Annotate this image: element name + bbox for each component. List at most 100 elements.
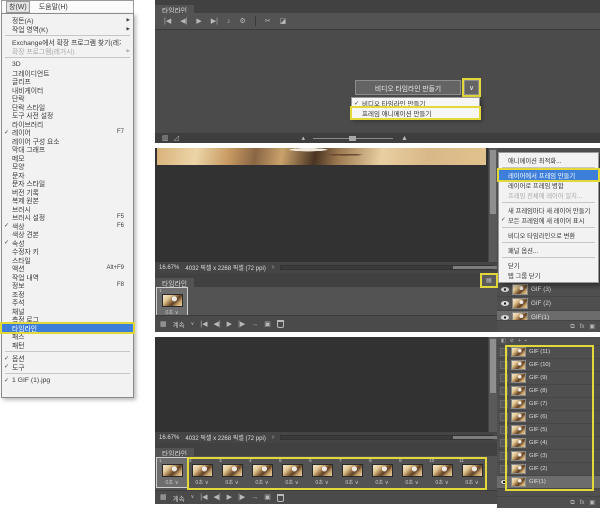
- layer-row[interactable]: GIF (6): [497, 411, 600, 424]
- visibility-toggle[interactable]: [500, 413, 508, 421]
- zoom-slider-thumb[interactable]: [349, 135, 357, 141]
- context-menu-item[interactable]: 애니메이션 최적화...: [499, 155, 598, 165]
- layer-thumbnail[interactable]: [511, 438, 526, 448]
- visibility-toggle[interactable]: [500, 387, 508, 395]
- convert-to-video-icon[interactable]: ▦: [160, 321, 167, 328]
- context-menu-item[interactable]: 패널 옵션...: [499, 245, 598, 255]
- menu-item[interactable]: 작업 영역(K): [2, 25, 133, 34]
- context-menu-item[interactable]: 닫기: [499, 260, 598, 270]
- horizontal-scrollbar[interactable]: [280, 435, 532, 440]
- visibility-toggle[interactable]: [500, 361, 508, 369]
- context-menu-item[interactable]: [502, 167, 595, 168]
- new-frame-icon[interactable]: ▣: [264, 494, 271, 501]
- context-menu-item[interactable]: 레이어로 프레임 병합: [499, 180, 598, 190]
- context-menu-item[interactable]: [502, 242, 595, 243]
- frame-thumbnail[interactable]: [431, 464, 453, 477]
- layer-thumbnail[interactable]: [511, 360, 526, 370]
- first-frame-icon[interactable]: |◀: [200, 494, 207, 501]
- visibility-toggle[interactable]: [500, 301, 509, 306]
- layer-thumbnail[interactable]: [511, 477, 526, 487]
- animation-frame[interactable]: 1 0초 ∨: [156, 287, 188, 318]
- visibility-toggle[interactable]: [500, 374, 508, 382]
- context-menu-item[interactable]: 탭 그룹 닫기: [499, 270, 598, 280]
- layer-row[interactable]: GIF (10): [497, 359, 600, 372]
- animation-frame[interactable]: 11 0초 ∨: [457, 458, 487, 487]
- frame-duration[interactable]: 0초 ∨: [249, 478, 275, 486]
- play-icon[interactable]: ▶: [227, 494, 232, 501]
- menu-item[interactable]: [5, 57, 130, 58]
- layer-thumbnail[interactable]: [511, 464, 526, 474]
- animation-frame[interactable]: 9 0초 ∨: [397, 458, 427, 487]
- create-video-timeline-button[interactable]: 비디오 타임라인 만들기: [355, 80, 461, 95]
- layer-thumbnail[interactable]: [511, 399, 526, 409]
- menu-item[interactable]: [5, 351, 130, 352]
- visibility-toggle[interactable]: [500, 452, 508, 460]
- split-scissors-icon[interactable]: ✂: [265, 18, 271, 25]
- next-frame-icon[interactable]: |▶: [238, 494, 245, 501]
- layer-thumbnail[interactable]: [512, 298, 528, 309]
- visibility-toggle[interactable]: [500, 287, 509, 292]
- frame-thumbnail[interactable]: [401, 464, 423, 477]
- lock-pixels-icon[interactable]: ⊘: [510, 338, 514, 344]
- prev-frame-icon[interactable]: ◀|: [213, 494, 220, 501]
- layer-thumbnail[interactable]: [511, 425, 526, 435]
- panel-menu-button[interactable]: ▤: [480, 273, 498, 288]
- frame-thumbnail[interactable]: [281, 464, 303, 477]
- context-menu-item[interactable]: 모든 프레임에 새 레이어 표시: [499, 215, 598, 225]
- zoom-level[interactable]: 16.67%: [159, 435, 179, 441]
- status-chevron-icon[interactable]: ›: [272, 434, 274, 441]
- flatten-frames-icon[interactable]: ◿: [174, 135, 179, 142]
- animation-frame[interactable]: 5 0초 ∨: [277, 458, 307, 487]
- layer-mask-icon[interactable]: ▣: [589, 500, 595, 506]
- frame-duration[interactable]: 0초 ∨: [279, 478, 305, 486]
- layer-row[interactable]: GIF (3): [497, 283, 600, 297]
- layer-row[interactable]: GIF (4): [497, 437, 600, 450]
- delete-frame-icon[interactable]: [276, 320, 284, 328]
- next-frame-icon[interactable]: |▶: [238, 321, 245, 328]
- frame-thumbnail[interactable]: [341, 464, 363, 477]
- loop-chevron-icon[interactable]: ∨: [191, 495, 195, 500]
- animation-frame[interactable]: 6 0초 ∨: [307, 458, 337, 487]
- menu-window[interactable]: 창(W): [6, 1, 30, 13]
- vertical-scrollbar[interactable]: [488, 148, 497, 262]
- horizontal-scrollbar[interactable]: [280, 265, 532, 270]
- menu-item[interactable]: [5, 35, 130, 36]
- animation-frame[interactable]: 4 0초 ∨: [247, 458, 277, 487]
- layer-row[interactable]: GIF(1): [497, 476, 600, 489]
- lock-transparent-icon[interactable]: ◧: [501, 338, 506, 344]
- context-menu-item[interactable]: [502, 227, 595, 228]
- first-frame-icon[interactable]: |◀: [164, 18, 171, 25]
- layer-row[interactable]: GIF (3): [497, 450, 600, 463]
- convert-to-video-icon[interactable]: ▦: [160, 494, 167, 501]
- layer-row[interactable]: GIF (2): [497, 297, 600, 311]
- frame-duration[interactable]: 0초 ∨: [339, 478, 365, 486]
- timeline-mode-chevron-button[interactable]: ∨: [462, 78, 481, 97]
- layer-row[interactable]: GIF (5): [497, 424, 600, 437]
- frame-duration[interactable]: 0초 ∨: [459, 478, 485, 486]
- prev-frame-icon[interactable]: ◀|: [180, 18, 187, 25]
- context-menu-item[interactable]: [502, 202, 595, 203]
- menu-item[interactable]: 타임라인: [0, 321, 135, 334]
- audio-icon[interactable]: ♪: [227, 18, 231, 25]
- layer-row[interactable]: GIF (7): [497, 398, 600, 411]
- layer-thumbnail[interactable]: [511, 347, 526, 357]
- play-icon[interactable]: ▶: [227, 321, 232, 328]
- zoom-out-mountain-icon[interactable]: ▴: [302, 135, 306, 142]
- layer-row[interactable]: GIF (9): [497, 372, 600, 385]
- frame-duration[interactable]: 0초 ∨: [189, 478, 215, 486]
- visibility-toggle[interactable]: [500, 400, 508, 408]
- frame-duration[interactable]: 0초 ∨: [309, 478, 335, 486]
- frame-duration[interactable]: 0초 ∨: [399, 478, 425, 486]
- visibility-toggle[interactable]: [500, 439, 508, 447]
- tween-icon[interactable]: →: [251, 494, 258, 501]
- menu-item[interactable]: 1 GIF (1).jpg: [2, 376, 133, 385]
- animation-frame[interactable]: 2 0초 ∨: [187, 458, 217, 487]
- transition-icon[interactable]: ◪: [280, 18, 287, 25]
- frame-duration[interactable]: 0초 ∨: [369, 478, 395, 486]
- layer-thumbnail[interactable]: [511, 451, 526, 461]
- menu-item[interactable]: 패턴: [2, 341, 133, 350]
- loop-option-label[interactable]: 계속: [173, 319, 185, 329]
- dropdown-item[interactable]: 프레임 애니메이션 만들기: [350, 106, 481, 120]
- lock-position-icon[interactable]: +: [518, 338, 521, 344]
- frame-thumbnail[interactable]: [311, 464, 333, 477]
